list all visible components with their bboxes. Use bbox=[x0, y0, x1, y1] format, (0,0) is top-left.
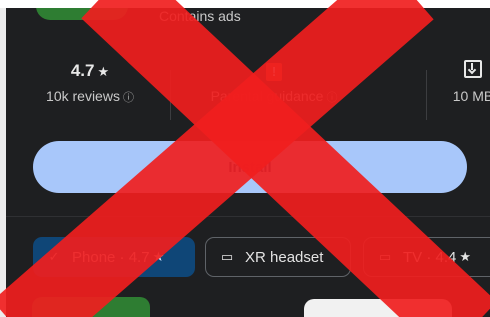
red-x-overlay bbox=[0, 0, 490, 317]
